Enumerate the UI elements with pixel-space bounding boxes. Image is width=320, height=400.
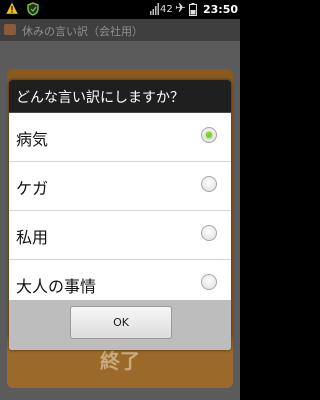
warning-icon (5, 1, 19, 15)
radio-dot (206, 132, 212, 138)
app-icon (4, 24, 16, 35)
option-personal[interactable]: 私用 (9, 211, 231, 260)
dialog-header: どんな言い訳にしますか？ (9, 80, 231, 113)
battery-icon (189, 3, 197, 16)
option-adult-circumstances[interactable]: 大人の事情 (9, 260, 231, 300)
status-bar: 42 ✈ 23:50 (0, 0, 240, 19)
signal-icon (150, 3, 159, 15)
app-title: 休みの言い訳（会社用） (22, 25, 143, 38)
shield-icon (27, 2, 39, 16)
radio-button[interactable] (201, 274, 217, 290)
radio-button-selected[interactable] (201, 127, 217, 143)
option-injury[interactable]: ケガ (9, 162, 231, 211)
option-label: 私用 (16, 228, 49, 247)
option-label: 大人の事情 (16, 277, 97, 296)
dialog-footer: OK (9, 300, 231, 350)
dialog-title: どんな言い訳にしますか？ (16, 90, 184, 106)
radio-button[interactable] (201, 176, 217, 192)
battery-percent: 42 (160, 4, 173, 15)
excuse-dialog: どんな言い訳にしますか？ 病気 ケガ 私用 大人の事情 OK (9, 80, 231, 350)
airplane-icon: ✈ (175, 1, 186, 16)
radio-button[interactable] (201, 225, 217, 241)
option-label: ケガ (16, 179, 49, 198)
option-illness[interactable]: 病気 (9, 113, 231, 162)
option-label: 病気 (16, 130, 49, 149)
app-titlebar: 休みの言い訳（会社用） (0, 19, 240, 41)
ok-button[interactable]: OK (70, 306, 172, 339)
status-time: 23:50 (203, 3, 239, 16)
